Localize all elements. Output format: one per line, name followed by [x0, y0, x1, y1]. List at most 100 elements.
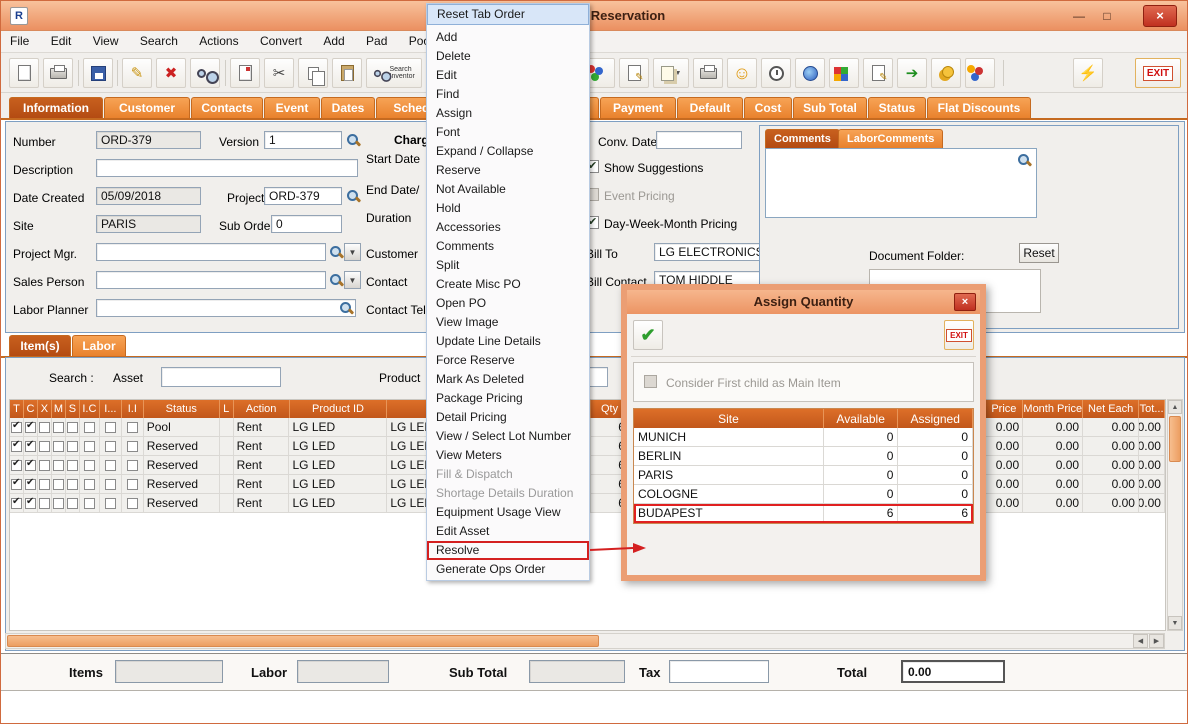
- column-header[interactable]: Month Price: [1023, 400, 1083, 418]
- row-checkbox[interactable]: [127, 479, 138, 490]
- site-row[interactable]: PARIS 0 0: [634, 466, 973, 485]
- context-menu-item[interactable]: Reset Tab Order: [427, 4, 589, 25]
- total-field[interactable]: 0.00: [901, 660, 1005, 683]
- row-checkbox[interactable]: [67, 460, 78, 471]
- description-field[interactable]: [96, 159, 358, 177]
- context-menu-item[interactable]: Assign: [427, 104, 589, 123]
- context-menu-item[interactable]: Open PO: [427, 294, 589, 313]
- scroll-down-button[interactable]: ▼: [1168, 616, 1182, 630]
- column-header[interactable]: Assigned: [898, 409, 973, 428]
- tab-items[interactable]: Item(s): [9, 335, 71, 357]
- print-preview-button[interactable]: [693, 58, 723, 88]
- row-checkbox[interactable]: [53, 460, 64, 471]
- context-menu-item[interactable]: Hold: [427, 199, 589, 218]
- menubar-item[interactable]: Add: [314, 31, 353, 51]
- context-menu-item[interactable]: Detail Pricing: [427, 408, 589, 427]
- tab-customer[interactable]: Customer: [104, 97, 190, 119]
- project-field[interactable]: ORD-379: [264, 187, 342, 205]
- project-mgr-dropdown[interactable]: ▼: [344, 243, 361, 261]
- row-checkbox[interactable]: [67, 479, 78, 490]
- number-field[interactable]: ORD-379: [96, 131, 201, 149]
- context-menu-item[interactable]: View Image: [427, 313, 589, 332]
- tab-information[interactable]: Information: [9, 97, 103, 119]
- find-button[interactable]: [190, 58, 220, 88]
- note-edit-button[interactable]: [863, 58, 893, 88]
- money-button[interactable]: [931, 58, 961, 88]
- cards-button[interactable]: ▼: [653, 58, 689, 88]
- column-header[interactable]: Tot...: [1139, 400, 1165, 418]
- context-menu-item[interactable]: Edit Asset: [427, 522, 589, 541]
- chart-balls-button[interactable]: [965, 58, 995, 88]
- sales-person-lookup-icon[interactable]: [329, 273, 343, 287]
- row-checkbox[interactable]: [53, 422, 64, 433]
- reset-button[interactable]: Reset: [1019, 243, 1059, 263]
- tax-field[interactable]: [669, 660, 769, 683]
- export-button[interactable]: ➔: [897, 58, 927, 88]
- row-checkbox[interactable]: [39, 422, 50, 433]
- context-menu-item[interactable]: Font: [427, 123, 589, 142]
- tab-labor[interactable]: Labor: [72, 335, 126, 357]
- context-menu-item[interactable]: Split: [427, 256, 589, 275]
- scroll-left-button[interactable]: ◀: [1133, 634, 1148, 648]
- row-checkbox[interactable]: [25, 422, 36, 433]
- version-field[interactable]: 1: [264, 131, 342, 149]
- clock-button[interactable]: [761, 58, 791, 88]
- row-checkbox[interactable]: [105, 422, 116, 433]
- column-header[interactable]: T: [10, 400, 24, 418]
- labor-total-field[interactable]: [297, 660, 389, 683]
- project-lookup-icon[interactable]: [346, 189, 360, 203]
- context-menu-item[interactable]: Not Available: [427, 180, 589, 199]
- site-row[interactable]: BERLIN 0 0: [634, 447, 973, 466]
- vertical-scrollbar[interactable]: ▲ ▼: [1167, 399, 1183, 631]
- column-header[interactable]: L: [220, 400, 234, 418]
- project-mgr-lookup-icon[interactable]: [329, 245, 343, 259]
- tab-event[interactable]: Event: [264, 97, 320, 119]
- row-checkbox[interactable]: [25, 460, 36, 471]
- tab-labor-comments[interactable]: LaborComments: [838, 129, 943, 148]
- column-header[interactable]: I.C: [80, 400, 100, 418]
- menubar-item[interactable]: Pad: [357, 31, 396, 51]
- tab-cost[interactable]: Cost: [744, 97, 792, 119]
- row-checkbox[interactable]: [25, 441, 36, 452]
- context-menu-item[interactable]: Package Pricing: [427, 389, 589, 408]
- row-checkbox[interactable]: [11, 460, 22, 471]
- row-checkbox[interactable]: [127, 498, 138, 509]
- column-header[interactable]: C: [24, 400, 38, 418]
- row-checkbox[interactable]: [84, 498, 95, 509]
- save-button[interactable]: [83, 58, 113, 88]
- row-checkbox[interactable]: [53, 498, 64, 509]
- row-checkbox[interactable]: [39, 479, 50, 490]
- row-checkbox[interactable]: [105, 498, 116, 509]
- comments-textarea[interactable]: [765, 148, 1037, 218]
- row-checkbox[interactable]: [25, 498, 36, 509]
- sales-person-field[interactable]: [96, 271, 326, 289]
- context-menu-item[interactable]: Shortage Details Duration: [427, 484, 589, 503]
- row-checkbox[interactable]: [67, 498, 78, 509]
- date-created-field[interactable]: 05/09/2018: [96, 187, 201, 205]
- column-header[interactable]: I...: [100, 400, 122, 418]
- minimize-button[interactable]: —: [1067, 7, 1091, 26]
- edit-note-button[interactable]: [619, 58, 649, 88]
- exit-button[interactable]: EXIT: [1135, 58, 1181, 88]
- menubar-item[interactable]: File: [1, 31, 38, 51]
- row-checkbox[interactable]: [11, 441, 22, 452]
- maximize-button[interactable]: □: [1095, 7, 1119, 26]
- row-checkbox[interactable]: [25, 479, 36, 490]
- print-button[interactable]: [43, 58, 73, 88]
- menubar-item[interactable]: Actions: [190, 31, 247, 51]
- row-checkbox[interactable]: [105, 479, 116, 490]
- context-menu-item[interactable]: Create Misc PO: [427, 275, 589, 294]
- horizontal-scrollbar[interactable]: ◀ ▶: [5, 633, 1165, 649]
- context-menu-item[interactable]: Generate Ops Order: [427, 560, 589, 579]
- site-field[interactable]: PARIS: [96, 215, 201, 233]
- paste-button[interactable]: [332, 58, 362, 88]
- context-menu-item[interactable]: Edit: [427, 66, 589, 85]
- globe-button[interactable]: [795, 58, 825, 88]
- context-menu-item[interactable]: Add: [427, 28, 589, 47]
- labor-planner-field[interactable]: [96, 299, 356, 317]
- asset-search-input[interactable]: [161, 367, 281, 387]
- context-menu-item[interactable]: Reserve: [427, 161, 589, 180]
- row-checkbox[interactable]: [127, 422, 138, 433]
- site-row[interactable]: COLOGNE 0 0: [634, 485, 973, 504]
- row-checkbox[interactable]: [53, 441, 64, 452]
